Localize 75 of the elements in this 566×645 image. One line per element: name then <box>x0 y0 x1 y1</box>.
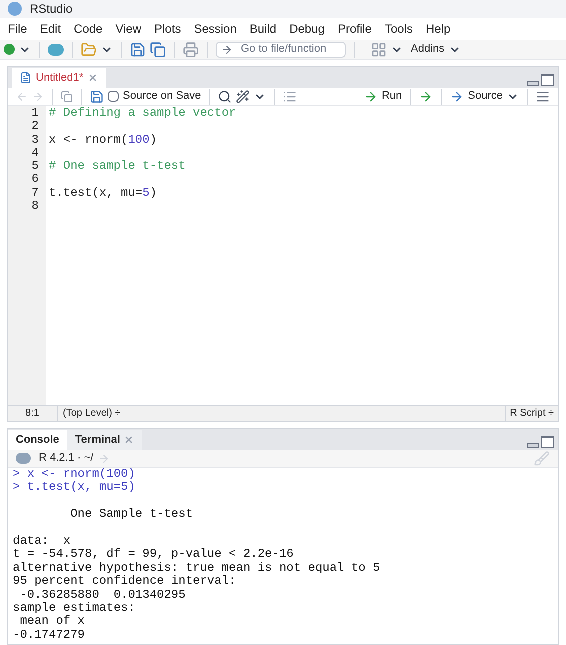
line-number: 4 <box>30 146 39 160</box>
line-number: 7 <box>30 186 39 200</box>
scope-selector[interactable]: (Top Level) ÷ <box>58 406 506 421</box>
line-number: 8 <box>30 200 39 214</box>
document-outline-icon[interactable] <box>536 90 550 104</box>
print-icon[interactable] <box>183 42 199 58</box>
output-text: -0.36285880 0.01340295 <box>19 588 187 602</box>
cursor-position: 8:1 <box>8 406 58 421</box>
output-text: mean of x <box>19 615 86 629</box>
save-all-icon[interactable] <box>150 42 166 58</box>
console-tab[interactable]: Console <box>8 430 68 450</box>
code-token: 100 <box>128 134 150 147</box>
maximize-icon[interactable] <box>541 436 554 448</box>
addins-button[interactable]: Addins <box>411 41 445 58</box>
code-token: # One sample t-test <box>49 160 186 174</box>
code-token: 5 <box>142 186 150 200</box>
save-icon[interactable] <box>90 90 104 104</box>
output-text: One Sample t-test <box>70 508 194 522</box>
menu-item[interactable]: Tools <box>384 20 413 38</box>
menu-item[interactable]: Session <box>194 20 237 38</box>
line-number: 5 <box>30 160 39 174</box>
source-button[interactable]: Source <box>450 88 503 105</box>
wand-icon[interactable] <box>236 90 250 104</box>
r-file-icon <box>20 72 32 84</box>
line-number: 3 <box>30 134 39 147</box>
minimize-icon[interactable] <box>527 81 539 86</box>
code-token: x <- rnorm( <box>49 134 128 147</box>
code-token: t.test(x, mu= <box>49 186 143 200</box>
goto-field[interactable]: Go to file/function <box>216 42 346 58</box>
tab-label: Untitled1* <box>36 70 84 86</box>
code-token: ) <box>150 186 158 200</box>
line-number: 2 <box>30 120 39 134</box>
menu-item[interactable]: Profile <box>338 20 372 38</box>
menu-item[interactable]: Plots <box>154 20 182 38</box>
checkbox-label: Source on Save <box>123 89 202 104</box>
save-icon[interactable] <box>130 42 146 58</box>
outline-icon[interactable] <box>283 90 298 104</box>
output-text: sample estimates: <box>13 602 136 616</box>
menu-item[interactable]: Build <box>250 20 277 38</box>
menu-item[interactable]: Help <box>426 20 451 38</box>
line-number: 6 <box>30 173 39 187</box>
close-icon[interactable] <box>88 73 98 83</box>
code-token: ) <box>150 134 158 147</box>
tab-label: Console <box>16 432 60 448</box>
arrow-icon <box>221 44 233 56</box>
output-text: t = -54.578, df = 99, p-value < 2.2e-16 <box>13 548 295 562</box>
output-text: 95 percent confidence interval: <box>13 575 238 589</box>
output-text: -0.1747279 <box>13 628 86 642</box>
source-on-save-checkbox[interactable] <box>108 91 119 102</box>
run-button[interactable]: Run <box>364 88 402 105</box>
menu-item[interactable]: View <box>116 20 142 38</box>
command-text: > x <- rnorm(100) <box>13 468 136 481</box>
search-icon[interactable] <box>218 90 232 104</box>
editor-tab[interactable]: Untitled1* <box>12 68 106 88</box>
rerun-icon[interactable] <box>419 90 434 104</box>
output-text: alternative hypothesis: true mean is not equal to 5 <box>13 562 382 575</box>
tab-label: Terminal <box>75 432 120 448</box>
app-logo-icon <box>8 2 22 16</box>
code-token: # Defining a sample vector <box>49 107 236 120</box>
minimize-icon[interactable] <box>527 443 539 448</box>
file-type-selector[interactable]: R Script ÷ <box>505 406 558 421</box>
window-title: RStudio <box>30 1 73 18</box>
pop-out-icon[interactable] <box>61 90 73 102</box>
r-version: R 4.2.1 · ~/ <box>39 451 94 466</box>
menu-item[interactable]: File <box>8 20 28 38</box>
console-tab[interactable]: Terminal <box>67 430 142 450</box>
menu-item[interactable]: Debug <box>290 20 325 38</box>
menu-item[interactable]: Code <box>74 20 103 38</box>
maximize-icon[interactable] <box>541 74 554 86</box>
command-text: > t.test(x, mu=5) <box>13 481 136 495</box>
menu-item[interactable]: Edit <box>40 20 62 38</box>
close-icon[interactable] <box>124 435 134 445</box>
source-arrow-icon <box>450 90 464 104</box>
line-number: 1 <box>30 107 39 120</box>
output-text: data: x <box>13 535 72 548</box>
